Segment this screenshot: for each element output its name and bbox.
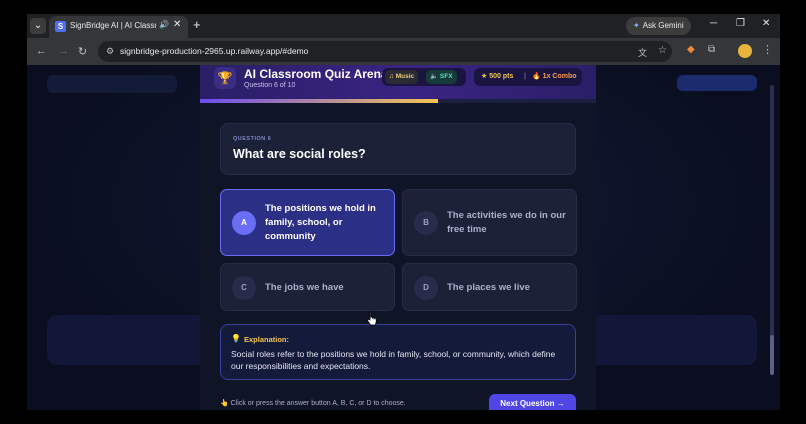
background-button-blur [677,75,757,91]
music-label: Music [395,73,415,80]
next-question-label: Next Question [500,399,555,408]
profile-avatar[interactable] [738,44,752,58]
url-text[interactable]: signbridge-production-2965.up.railway.ap… [120,46,308,56]
quiz-progress-bar [200,99,596,103]
back-arrow-icon[interactable]: ← [36,45,47,57]
explanation-text: Social roles refer to the positions we h… [231,349,556,371]
sfx-label: SFX [439,73,453,80]
favicon-icon: S [55,21,66,32]
answer-text: The jobs we have [265,282,344,293]
answer-text: The activities we do in our free time [447,210,566,235]
extensions-puzzle-icon[interactable]: ⧉ [708,44,715,55]
points-value: 500 pts [489,73,514,80]
browser-toolbar: ← → ↻ ⚙ signbridge-production-2965.up.ra… [27,38,780,65]
question-card: QUESTION 6 What are social roles? [220,123,576,175]
page-viewport: 🏆 AI Classroom Quiz Arena Question 6 of … [27,65,780,410]
explanation-box: 💡 Explanation: Social roles refer to the… [220,324,576,380]
extension-icon[interactable]: ◆ [687,44,695,55]
answer-letter-badge: C [232,276,256,300]
music-toggle[interactable]: ♫ Music [385,70,419,84]
site-info-icon[interactable]: ⚙ [106,46,114,57]
answer-text: The places we live [447,282,530,293]
tab-title: SignBridge AI | AI Classroo [70,21,156,30]
lightbulb-icon: 💡 [231,334,241,343]
sfx-toggle[interactable]: 🔈 SFX [426,70,457,84]
translate-icon[interactable]: 文 [638,46,647,59]
stats-divider: | [524,73,526,80]
pointing-hand-icon: 👆 [220,400,229,407]
tab-strip: ⌄ S SignBridge AI | AI Classroo 🔊 ✕ + ✦A… [27,14,780,38]
answer-option-c[interactable]: C The jobs we have [220,263,395,311]
screen: ⌄ S SignBridge AI | AI Classroo 🔊 ✕ + ✦A… [0,0,806,424]
background-nav-blur [47,75,177,93]
bookmark-star-icon[interactable]: ☆ [658,45,667,56]
audio-playing-icon[interactable]: 🔊 [159,20,169,29]
answer-text: The positions we hold in family, school,… [265,203,376,242]
scrollbar-track[interactable] [770,85,774,375]
answer-letter-badge: A [232,211,256,235]
ask-gemini-label: Ask Gemini [642,21,684,30]
score-panel: ★ 500 pts | 🔥 1x Combo [474,68,582,86]
quiz-header: 🏆 AI Classroom Quiz Arena Question 6 of … [200,65,596,99]
scrollbar-thumb[interactable] [770,335,774,375]
new-tab-button[interactable]: + [193,17,201,32]
forward-arrow-icon[interactable]: → [58,45,69,57]
quiz-progress-fill [200,99,438,103]
question-text: What are social roles? [233,147,366,161]
question-number-label: QUESTION 6 [233,136,272,142]
gemini-icon: ✦ [633,21,640,30]
arrow-right-icon: → [556,399,565,408]
address-bar[interactable]: ⚙ signbridge-production-2965.up.railway.… [98,41,672,62]
trophy-icon: 🏆 [214,67,236,89]
mouse-cursor-icon [367,311,377,326]
answer-option-a[interactable]: A The positions we hold in family, schoo… [220,189,395,256]
quiz-title: AI Classroom Quiz Arena [244,67,388,81]
menu-kebab-icon[interactable]: ⋮ [762,43,773,56]
restore-icon[interactable]: ❐ [736,18,745,29]
combo-value: 1x Combo [542,73,577,80]
minimize-icon[interactable]: ─ [710,18,717,29]
ask-gemini-button[interactable]: ✦ Ask Gemini [626,17,691,35]
tab-search-icon[interactable]: ⌄ [30,18,46,34]
explanation-title: Explanation: [244,335,290,344]
keyboard-hint: 👆 Click or press the answer button A, B,… [220,399,406,407]
answer-option-d[interactable]: D The places we live [402,263,577,311]
answer-option-b[interactable]: B The activities we do in our free time [402,189,577,256]
quiz-modal: 🏆 AI Classroom Quiz Arena Question 6 of … [200,65,596,410]
next-question-button[interactable]: Next Question → [489,394,576,410]
answer-letter-badge: B [414,211,438,235]
answer-letter-badge: D [414,276,438,300]
audio-controls: ♫ Music 🔈 SFX [382,68,466,86]
close-tab-icon[interactable]: ✕ [173,19,181,30]
hint-text: Click or press the answer button A, B, C… [230,400,406,407]
browser-window: ⌄ S SignBridge AI | AI Classroo 🔊 ✕ + ✦A… [27,14,780,410]
combo-display: 🔥 1x Combo [532,73,577,80]
question-counter: Question 6 of 10 [244,82,296,89]
browser-tab[interactable]: S SignBridge AI | AI Classroo 🔊 ✕ [49,16,188,38]
close-window-icon[interactable]: ✕ [762,18,770,29]
points-display: ★ 500 pts [481,73,514,80]
reload-icon[interactable]: ↻ [78,45,87,58]
